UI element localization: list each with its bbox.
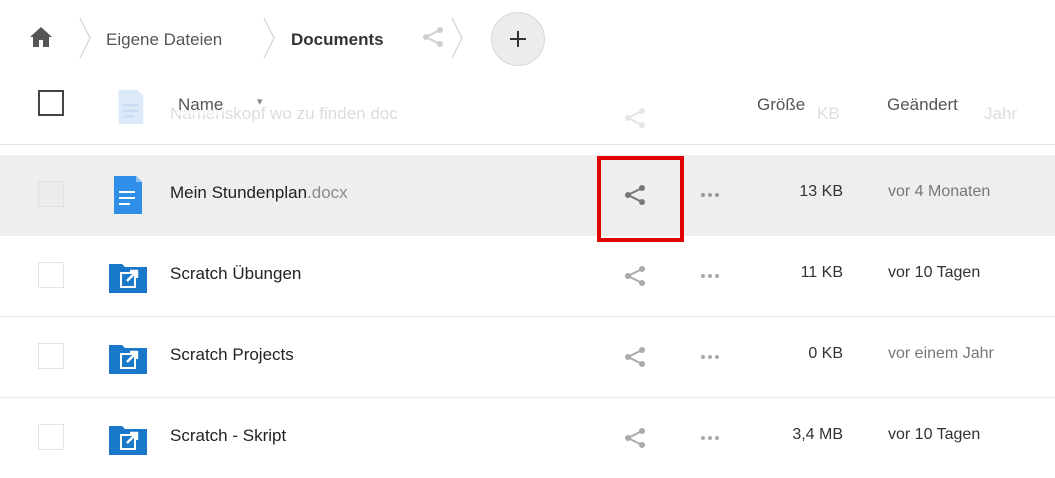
file-modified: vor 10 Tagen <box>888 264 981 281</box>
file-name[interactable]: Scratch Übungen <box>170 264 301 284</box>
file-name[interactable]: Mein Stundenplan.docx <box>170 183 348 203</box>
ghost-date: Jahr <box>984 104 1018 123</box>
share-icon[interactable] <box>623 426 647 450</box>
home-icon[interactable] <box>29 26 53 48</box>
file-modified: vor einem Jahr <box>888 345 994 362</box>
breadcrumb-separator-icon <box>451 17 463 59</box>
row-checkbox[interactable] <box>38 343 64 369</box>
more-options-icon[interactable] <box>697 345 723 369</box>
share-icon <box>625 108 645 128</box>
breadcrumb: Eigene Dateien Documents <box>0 0 1055 80</box>
file-row[interactable]: Scratch - Skript 3,4 MB vor 10 Tagen <box>0 398 1055 478</box>
share-icon[interactable] <box>623 264 647 288</box>
highlight-box <box>597 156 684 242</box>
file-name[interactable]: Scratch - Skript <box>170 426 286 446</box>
add-button[interactable] <box>491 12 545 66</box>
shared-folder-icon <box>109 345 147 374</box>
file-size: 3,4 MB <box>792 426 843 443</box>
share-icon[interactable] <box>623 345 647 369</box>
plus-icon <box>510 31 526 47</box>
file-size: 0 KB <box>808 345 843 362</box>
file-name[interactable]: Scratch Projects <box>170 345 294 365</box>
sort-caret-icon[interactable]: ▾ <box>257 95 263 108</box>
breadcrumb-separator-icon <box>263 17 275 59</box>
file-list-header: Namenskopf wo zu finden doc KB Jahr Name… <box>0 80 1055 145</box>
breadcrumb-item-documents[interactable]: Documents <box>291 30 384 50</box>
row-checkbox[interactable] <box>38 181 64 207</box>
ghost-size: KB <box>817 104 840 123</box>
share-icon[interactable] <box>421 25 445 49</box>
file-size: 11 KB <box>800 264 843 281</box>
column-header-modified[interactable]: Geändert <box>887 95 958 115</box>
file-row[interactable]: Mein Stundenplan.docx 13 KB vor 4 Monate… <box>0 155 1055 236</box>
breadcrumb-item-eigene-dateien[interactable]: Eigene Dateien <box>106 30 222 50</box>
column-header-size[interactable]: Größe <box>757 95 806 115</box>
file-row[interactable]: Scratch Projects 0 KB vor einem Jahr <box>0 317 1055 398</box>
column-header-name[interactable]: Name <box>178 95 224 115</box>
file-modified: vor 4 Monaten <box>888 183 991 200</box>
more-options-icon[interactable] <box>697 264 723 288</box>
document-icon <box>114 176 142 214</box>
shared-folder-icon <box>109 426 147 455</box>
file-row[interactable]: Scratch Übungen 11 KB vor 10 Tagen <box>0 236 1055 317</box>
file-extension: .docx <box>307 183 348 202</box>
shared-folder-icon <box>109 264 147 293</box>
row-checkbox[interactable] <box>38 262 64 288</box>
document-icon <box>118 89 144 125</box>
file-modified: vor 10 Tagen <box>888 426 981 443</box>
more-options-icon[interactable] <box>697 426 723 450</box>
file-size: 13 KB <box>799 183 843 200</box>
row-checkbox[interactable] <box>38 424 64 450</box>
more-options-icon[interactable] <box>697 183 723 207</box>
breadcrumb-separator-icon <box>79 17 91 59</box>
select-all-checkbox[interactable] <box>38 90 64 116</box>
